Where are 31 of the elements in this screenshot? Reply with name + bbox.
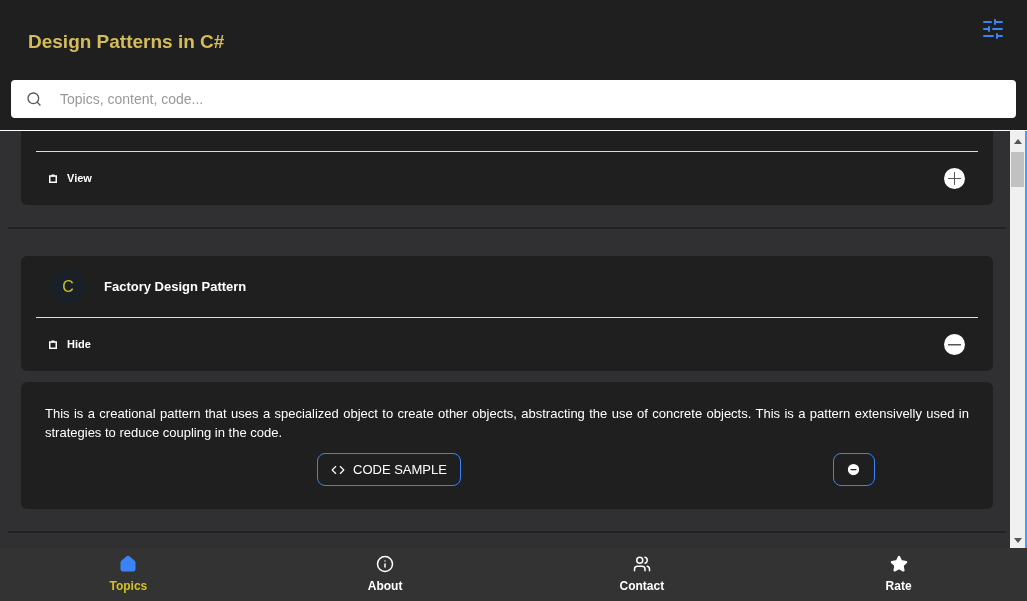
people-icon — [632, 554, 651, 573]
scrollbar[interactable] — [1010, 131, 1027, 548]
collapse-button[interactable] — [944, 334, 965, 355]
nav-tab[interactable]: About — [256, 548, 514, 601]
settings-button[interactable] — [981, 17, 1005, 41]
scroll-down-icon[interactable] — [1013, 538, 1022, 543]
scrollbar-thumb[interactable] — [1011, 152, 1024, 187]
minus-circle-icon — [846, 462, 862, 477]
clipboard-icon — [49, 340, 57, 349]
toggle-link[interactable]: Hide — [49, 336, 91, 353]
app-title: Design Patterns in C# — [28, 30, 225, 54]
search-icon — [26, 91, 42, 107]
star-icon — [889, 554, 908, 573]
info-icon — [376, 554, 395, 573]
search-field[interactable]: Topics, content, code... — [11, 80, 1016, 118]
collapse-button[interactable] — [832, 453, 875, 486]
plus-icon — [948, 172, 961, 185]
nav-tab[interactable]: Rate — [770, 548, 1027, 601]
nav-tab[interactable]: Contact — [513, 548, 771, 601]
scroll-up-icon[interactable] — [1013, 139, 1022, 144]
pattern-title: Factory Design Pattern — [104, 277, 247, 296]
home-icon — [119, 554, 138, 573]
expand-button[interactable] — [944, 168, 965, 189]
description-text: This is a creational pattern that uses a specialized object to create other objects, abstracting the use of concrete objects. This is a pattern extensivelly used in strategies to reduce coupling in the code. — [45, 405, 969, 442]
toggle-link[interactable]: View — [49, 170, 92, 187]
code-sample-button[interactable]: CODE SAMPLE — [317, 453, 461, 486]
minus-icon — [948, 343, 961, 346]
avatar-letter: C — [50, 268, 86, 305]
sliders-icon — [981, 17, 1005, 41]
clipboard-icon — [49, 174, 57, 183]
nav-tab[interactable]: Topics — [0, 548, 257, 601]
